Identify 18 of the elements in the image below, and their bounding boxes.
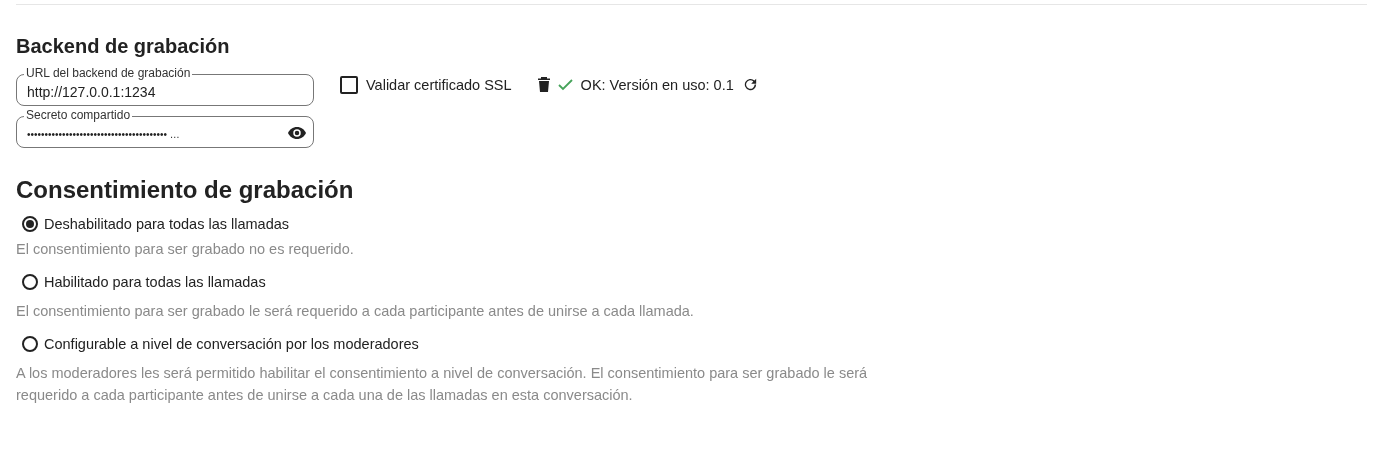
option-description: El consentimiento para ser grabado le será requerido a cada participante antes de unirse a cada llamada.: [16, 302, 695, 321]
status-text: OK: Versión en uso: 0.1: [580, 76, 734, 93]
field-label: URL del backend de grabación: [24, 66, 193, 80]
option-description: El consentimiento para ser grabado no es requerido.: [16, 240, 355, 259]
trash-icon[interactable]: [537, 77, 550, 92]
checkbox[interactable]: [340, 76, 358, 94]
option-description: A los moderadores les será permitido habilitar el consentimiento a nivel de conversación. El consentimiento para ser grabado le será requerido a cada participante antes de unirse a cada una de las llamadas en esta conversación.: [16, 364, 869, 405]
field-label: Secreto compartido: [24, 108, 133, 122]
radio-button[interactable]: [22, 274, 38, 290]
radio-option[interactable]: Habilitado para todas las llamadas: [22, 274, 266, 290]
radio-option[interactable]: Configurable a nivel de conversación por los moderadores: [22, 336, 419, 352]
radio-button[interactable]: [22, 336, 38, 352]
section-heading: Backend de grabación: [16, 35, 231, 58]
radio-option[interactable]: Deshabilitado para todas las llamadas: [22, 216, 290, 232]
section-heading: Consentimiento de grabación: [16, 176, 355, 204]
ssl-checkbox[interactable]: Validar certificado SSL: [340, 76, 512, 94]
radio-button[interactable]: [22, 216, 38, 232]
eye-icon[interactable]: [288, 127, 306, 139]
